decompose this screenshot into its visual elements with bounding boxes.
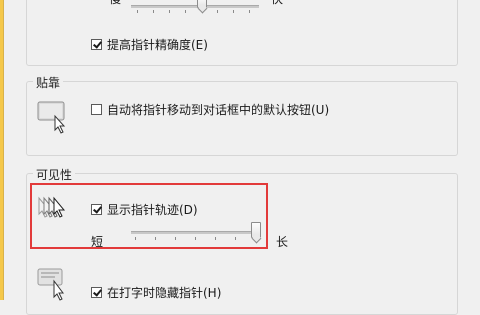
speed-slider-thumb[interactable] — [197, 0, 207, 8]
speed-slider-tick — [217, 10, 218, 13]
snap-to-group: 贴靠 自动将指针移动到对话框中的默认按钮(U) — [26, 74, 458, 156]
trail-long-label: 长 — [276, 235, 289, 249]
hide-typing-checkbox[interactable] — [91, 287, 102, 298]
hide-typing-option[interactable]: 在打字时隐藏指针(H) — [91, 284, 221, 301]
snap-to-pointer-icon — [37, 98, 73, 137]
snap-to-title: 贴靠 — [33, 74, 64, 91]
auto-move-checkbox[interactable] — [91, 104, 102, 115]
speed-slider-tick — [233, 10, 234, 13]
speed-slow-label: 慢 — [109, 0, 121, 7]
enhance-precision-option[interactable]: 提高指针精确度(E) — [91, 36, 208, 53]
speed-slider-tick — [185, 10, 186, 13]
speed-slider-tick — [249, 10, 250, 13]
motion-group: 慢 快 提高指针精确度(E) — [26, 0, 458, 66]
speed-fast-label: 快 — [271, 0, 283, 7]
auto-move-label: 自动将指针移动到对话框中的默认按钮(U) — [107, 103, 330, 117]
window-frame-edge-line — [3, 0, 4, 300]
speed-slider-tick — [153, 10, 154, 13]
speed-slider-tick — [169, 10, 170, 13]
highlight-annotation-box — [30, 183, 268, 249]
hide-typing-label: 在打字时隐藏指针(H) — [107, 286, 222, 300]
hide-pointer-typing-icon — [37, 266, 73, 305]
enhance-precision-label: 提高指针精确度(E) — [107, 38, 208, 52]
visibility-title: 可见性 — [33, 166, 76, 183]
enhance-precision-checkbox[interactable] — [91, 39, 102, 50]
auto-move-option[interactable]: 自动将指针移动到对话框中的默认按钮(U) — [91, 101, 329, 118]
speed-slider-track[interactable] — [131, 5, 259, 8]
speed-slider-tick — [137, 10, 138, 13]
